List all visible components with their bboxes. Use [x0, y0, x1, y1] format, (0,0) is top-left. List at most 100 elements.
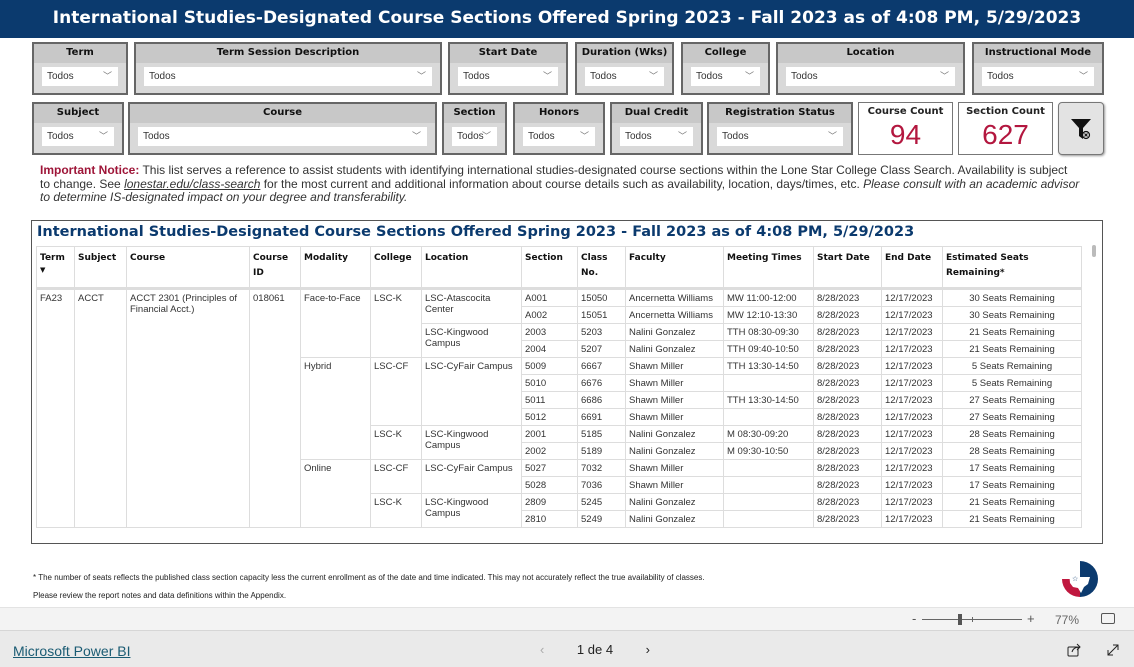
subject-dropdown[interactable]: Todos ﹀: [42, 127, 114, 146]
table-cell-class-no: 15050: [577, 288, 626, 307]
table-cell-college: LSC-K: [370, 425, 422, 460]
table-cell-estimated-seats-remaining: 17 Seats Remaining: [942, 476, 1082, 494]
table-cell-meeting-times: TTH 13:30-14:50: [723, 357, 814, 375]
table-cell-college: LSC-CF: [370, 459, 422, 494]
table-cell-start-date: 8/28/2023: [813, 306, 882, 324]
column-header[interactable]: Course ID: [249, 246, 301, 290]
table-cell-end-date: 12/17/2023: [881, 323, 943, 341]
column-header[interactable]: End Date: [881, 246, 943, 290]
column-header[interactable]: Term ▼: [36, 246, 75, 290]
location-dropdown[interactable]: Todos ﹀: [786, 67, 955, 86]
chevron-down-icon: ﹀: [102, 71, 112, 81]
chevron-down-icon: ﹀: [98, 131, 108, 141]
table-cell-section: 2809: [521, 493, 578, 511]
course-count-value: 94: [889, 119, 922, 150]
column-header[interactable]: Meeting Times: [723, 246, 814, 290]
column-header[interactable]: Modality: [300, 246, 371, 290]
duration-wks-dropdown[interactable]: Todos ﹀: [585, 67, 664, 86]
table-header-row: Term ▼ Subject Course Course ID Modality Colle…: [36, 246, 1082, 290]
chevron-down-icon: ﹀: [1078, 71, 1088, 81]
start-date-dropdown[interactable]: Todos ﹀: [458, 67, 558, 86]
chevron-down-icon: ﹀: [744, 71, 754, 81]
dropdown-value: Todos: [722, 131, 749, 142]
table-cell-location: LSC-Kingwood Campus: [421, 493, 522, 528]
table-cell-section: 5012: [521, 408, 578, 426]
zoom-slider-thumb[interactable]: [958, 614, 962, 625]
column-header[interactable]: Course: [126, 246, 250, 290]
page-navigator: ‹ 1 de 4 ›: [540, 642, 650, 657]
column-header-label: College: [374, 253, 412, 263]
table-cell-section: 5009: [521, 357, 578, 375]
course-count-card: Course Count 94: [858, 102, 953, 155]
chevron-down-icon: ﹀: [939, 71, 949, 81]
instructional-mode-dropdown[interactable]: Todos ﹀: [982, 67, 1094, 86]
previous-page-icon[interactable]: ‹: [540, 642, 544, 657]
column-header[interactable]: Section: [521, 246, 578, 290]
table-cell-meeting-times: MW 11:00-12:00: [723, 288, 814, 307]
zoom-out-button[interactable]: -: [912, 611, 916, 626]
zoom-slider[interactable]: [922, 614, 1022, 625]
table-cell-modality: Face-to-Face: [300, 288, 371, 358]
next-page-icon[interactable]: ›: [646, 642, 650, 657]
chevron-down-icon: ﹀: [411, 131, 421, 141]
dropdown-value: Todos: [463, 71, 490, 82]
slicer-label: Term: [34, 44, 126, 63]
column-header[interactable]: Start Date: [813, 246, 882, 290]
share-icon[interactable]: [1067, 643, 1081, 657]
table-cell-estimated-seats-remaining: 21 Seats Remaining: [942, 510, 1082, 528]
column-header[interactable]: Subject: [74, 246, 127, 290]
term-session-description-dropdown[interactable]: Todos ﹀: [144, 67, 432, 86]
honors-dropdown[interactable]: Todos ﹀: [523, 127, 595, 146]
slicer-label: Duration (Wks): [577, 44, 672, 63]
table-cell-faculty: Nalini Gonzalez: [625, 493, 724, 511]
clear-filters-button[interactable]: [1058, 102, 1104, 155]
fullscreen-icon[interactable]: [1106, 643, 1120, 657]
term-dropdown[interactable]: Todos ﹀: [42, 67, 118, 86]
section-dropdown[interactable]: Todos ﹀: [452, 127, 497, 146]
zoom-in-button[interactable]: +: [1027, 611, 1035, 626]
slicer-instructional-mode: Instructional Mode Todos ﹀: [972, 42, 1104, 95]
table-cell-faculty: Nalini Gonzalez: [625, 510, 724, 528]
table-cell-faculty: Shawn Miller: [625, 408, 724, 426]
table-cell-meeting-times: M 08:30-09:20: [723, 425, 814, 443]
column-header[interactable]: College: [370, 246, 422, 290]
fit-to-page-icon[interactable]: [1101, 613, 1115, 624]
slicer-subject: Subject Todos ﹀: [32, 102, 124, 155]
column-header[interactable]: Class No.: [577, 246, 626, 290]
dual-credit-dropdown[interactable]: Todos ﹀: [620, 127, 693, 146]
class-search-link[interactable]: lonestar.edu/class-search: [124, 177, 260, 191]
dropdown-value: Todos: [143, 131, 170, 142]
chevron-down-icon: ﹀: [481, 131, 491, 141]
dropdown-value: Todos: [47, 71, 74, 82]
zoom-bar: - + 77%: [0, 607, 1134, 631]
chevron-down-icon: ﹀: [542, 71, 552, 81]
course-sections-table: Term ▼ Subject Course Course ID Modality Colle…: [36, 246, 1082, 528]
slicer-label: Term Session Description: [136, 44, 440, 63]
slicer-label: Location: [778, 44, 963, 63]
table-cell-class-no: 6667: [577, 357, 626, 375]
zoom-level: 77%: [1055, 613, 1080, 627]
registration-status-dropdown[interactable]: Todos ﹀: [717, 127, 843, 146]
slicer-label: Instructional Mode: [974, 44, 1102, 63]
power-bi-link[interactable]: Microsoft Power BI: [13, 643, 130, 659]
table-cell-faculty: Nalini Gonzalez: [625, 442, 724, 460]
dropdown-value: Todos: [696, 71, 723, 82]
course-dropdown[interactable]: Todos ﹀: [138, 127, 427, 146]
column-header[interactable]: Faculty: [625, 246, 724, 290]
column-header[interactable]: Location: [421, 246, 522, 290]
table-scrollbar[interactable]: [1092, 245, 1096, 257]
table-cell-start-date: 8/28/2023: [813, 510, 882, 528]
table-cell-start-date: 8/28/2023: [813, 425, 882, 443]
table-cell-location: LSC-CyFair Campus: [421, 459, 522, 494]
column-header-label: Start Date: [817, 253, 870, 263]
slicer-label: College: [683, 44, 768, 63]
dropdown-value: Todos: [590, 71, 617, 82]
table-cell-start-date: 8/28/2023: [813, 357, 882, 375]
table-cell-end-date: 12/17/2023: [881, 340, 943, 358]
table-cell-course: ACCT 2301 (Principles of Financial Acct.…: [126, 288, 250, 528]
slicer-duration-wks: Duration (Wks) Todos ﹀: [575, 42, 674, 95]
table-cell-end-date: 12/17/2023: [881, 408, 943, 426]
column-header[interactable]: Estimated Seats Remaining*: [942, 246, 1082, 290]
column-header-label: Meeting Times: [727, 253, 802, 263]
college-dropdown[interactable]: Todos ﹀: [691, 67, 760, 86]
